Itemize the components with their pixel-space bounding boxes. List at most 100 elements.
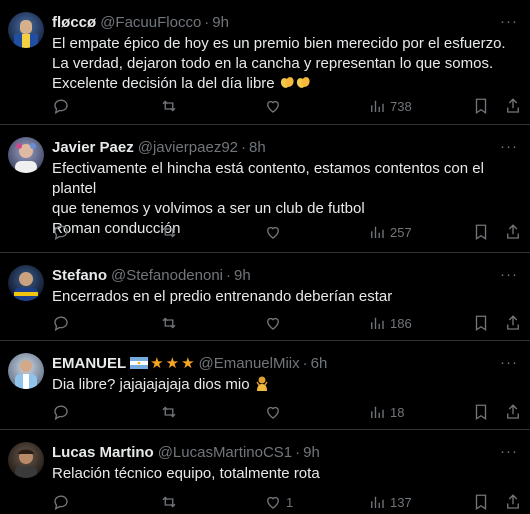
avatar[interactable] bbox=[8, 442, 44, 478]
timestamp[interactable]: 6h bbox=[311, 355, 328, 372]
tweet-line-with-emoji: Excelente decisión la del día libre bbox=[52, 74, 522, 94]
retweet-button[interactable] bbox=[160, 222, 182, 242]
tweet[interactable]: fløccø @FacuuFlocco · 9h ··· El empate é… bbox=[0, 0, 530, 125]
separator-dot: · bbox=[204, 13, 210, 31]
like-button[interactable] bbox=[264, 222, 286, 242]
avatar[interactable] bbox=[8, 137, 44, 173]
display-name[interactable]: Javier Paez bbox=[52, 139, 134, 156]
reply-icon bbox=[54, 99, 68, 115]
tweet[interactable]: Javier Paez @javierpaez92 · 8h ··· Efect… bbox=[0, 125, 530, 253]
reply-button[interactable] bbox=[52, 492, 74, 512]
timestamp[interactable]: 8h bbox=[249, 139, 266, 156]
like-button[interactable] bbox=[264, 402, 286, 422]
tweet[interactable]: Stefano @Stefanodenoni · 9h ··· Encerrad… bbox=[0, 253, 530, 341]
share-button[interactable] bbox=[504, 313, 522, 333]
user-handle[interactable]: @javierpaez92 bbox=[138, 139, 238, 156]
timestamp[interactable]: 9h bbox=[234, 267, 251, 284]
view-count: 18 bbox=[390, 404, 405, 420]
bookmark-button[interactable] bbox=[472, 96, 490, 116]
user-handle[interactable]: @Stefanodenoni bbox=[111, 267, 223, 284]
share-button[interactable] bbox=[504, 222, 522, 242]
share-button[interactable] bbox=[504, 492, 522, 512]
like-count: 1 bbox=[286, 494, 294, 510]
retweet-button[interactable] bbox=[160, 313, 182, 333]
tweet[interactable]: EMANUEL ★ ★ ★ @EmanuelMiix · 6h ··· Dia … bbox=[0, 341, 530, 430]
reply-button[interactable] bbox=[52, 96, 74, 116]
bookmark-button[interactable] bbox=[472, 492, 490, 512]
share-button[interactable] bbox=[504, 96, 522, 116]
bookmark-icon bbox=[475, 98, 487, 115]
clapping-hands-icon bbox=[296, 77, 310, 88]
heart-icon bbox=[267, 406, 279, 419]
views-button[interactable]: 18 bbox=[368, 402, 404, 422]
tweet-actions: 186 bbox=[52, 313, 522, 333]
views-button[interactable]: 137 bbox=[368, 492, 412, 512]
reply-button[interactable] bbox=[52, 402, 74, 422]
avatar[interactable] bbox=[8, 12, 44, 48]
display-name[interactable]: Lucas Martino bbox=[52, 444, 154, 461]
tweet-actions: 257 bbox=[52, 222, 522, 242]
clapping-hands-icon bbox=[280, 77, 294, 88]
view-count: 137 bbox=[390, 494, 412, 510]
retweet-icon bbox=[162, 496, 176, 508]
views-button[interactable]: 738 bbox=[368, 96, 412, 116]
share-icon bbox=[507, 98, 519, 113]
display-name[interactable]: Stefano bbox=[52, 267, 107, 284]
retweet-button[interactable] bbox=[160, 492, 182, 512]
person-gesturing-icon bbox=[256, 376, 268, 391]
heart-icon bbox=[267, 496, 279, 509]
reply-icon bbox=[54, 495, 68, 511]
user-handle[interactable]: @LucasMartinoCS1 bbox=[158, 444, 292, 461]
reply-button[interactable] bbox=[52, 313, 74, 333]
more-options-icon[interactable]: ··· bbox=[500, 443, 518, 460]
heart-icon bbox=[267, 100, 279, 113]
tweet-line-with-emoji: Dia libre? jajajajajaja dios mio bbox=[52, 375, 522, 395]
views-button[interactable]: 186 bbox=[368, 313, 412, 333]
reply-button[interactable] bbox=[52, 222, 74, 242]
share-button[interactable] bbox=[504, 402, 522, 422]
more-options-icon[interactable]: ··· bbox=[500, 266, 518, 283]
reply-icon bbox=[54, 316, 68, 332]
heart-icon bbox=[267, 317, 279, 330]
display-name[interactable]: fløccø bbox=[52, 14, 96, 31]
tweet-actions: 1 137 bbox=[52, 492, 522, 512]
separator-dot: · bbox=[226, 266, 231, 284]
reply-icon bbox=[54, 405, 68, 421]
tweet-line: Excelente decisión la del día libre bbox=[52, 75, 275, 92]
bookmark-button[interactable] bbox=[472, 313, 490, 333]
star-icon: ★ bbox=[181, 355, 195, 372]
more-options-icon[interactable]: ··· bbox=[500, 138, 518, 155]
bookmark-icon bbox=[475, 404, 487, 421]
tweet[interactable]: Lucas Martino @LucasMartinoCS1 · 9h ··· … bbox=[0, 430, 530, 514]
retweet-button[interactable] bbox=[160, 402, 182, 422]
like-button[interactable]: 1 bbox=[264, 492, 293, 512]
retweet-icon bbox=[162, 406, 176, 418]
display-name[interactable]: EMANUEL bbox=[52, 355, 126, 372]
tweet-line: La verdad, dejaron todo en la cancha y r… bbox=[52, 55, 494, 72]
more-options-icon[interactable]: ··· bbox=[500, 354, 518, 371]
star-icon: ★ bbox=[150, 355, 164, 372]
timestamp[interactable]: 9h bbox=[212, 14, 229, 31]
user-handle[interactable]: @EmanuelMiix bbox=[199, 355, 300, 372]
bookmark-button[interactable] bbox=[472, 222, 490, 242]
tweet-actions: 738 bbox=[52, 96, 522, 116]
retweet-icon bbox=[162, 317, 176, 329]
heart-icon bbox=[267, 226, 279, 239]
retweet-icon bbox=[162, 100, 176, 112]
views-button[interactable]: 257 bbox=[368, 222, 412, 242]
avatar[interactable] bbox=[8, 353, 44, 389]
tweet-text: Dia libre? jajajajajaja dios mio bbox=[52, 375, 522, 395]
timestamp[interactable]: 9h bbox=[303, 444, 320, 461]
tweet-line: Dia libre? jajajajajaja dios mio bbox=[52, 376, 250, 393]
bookmark-button[interactable] bbox=[472, 402, 490, 422]
views-icon bbox=[371, 100, 384, 112]
bookmark-icon bbox=[475, 315, 487, 332]
retweet-button[interactable] bbox=[160, 96, 182, 116]
user-handle[interactable]: @FacuuFlocco bbox=[100, 14, 201, 31]
more-options-icon[interactable]: ··· bbox=[500, 13, 518, 30]
like-button[interactable] bbox=[264, 96, 286, 116]
like-button[interactable] bbox=[264, 313, 286, 333]
share-icon bbox=[507, 224, 519, 239]
tweet-line: Efectivamente el hincha está contento, e… bbox=[52, 160, 484, 197]
avatar[interactable] bbox=[8, 265, 44, 301]
